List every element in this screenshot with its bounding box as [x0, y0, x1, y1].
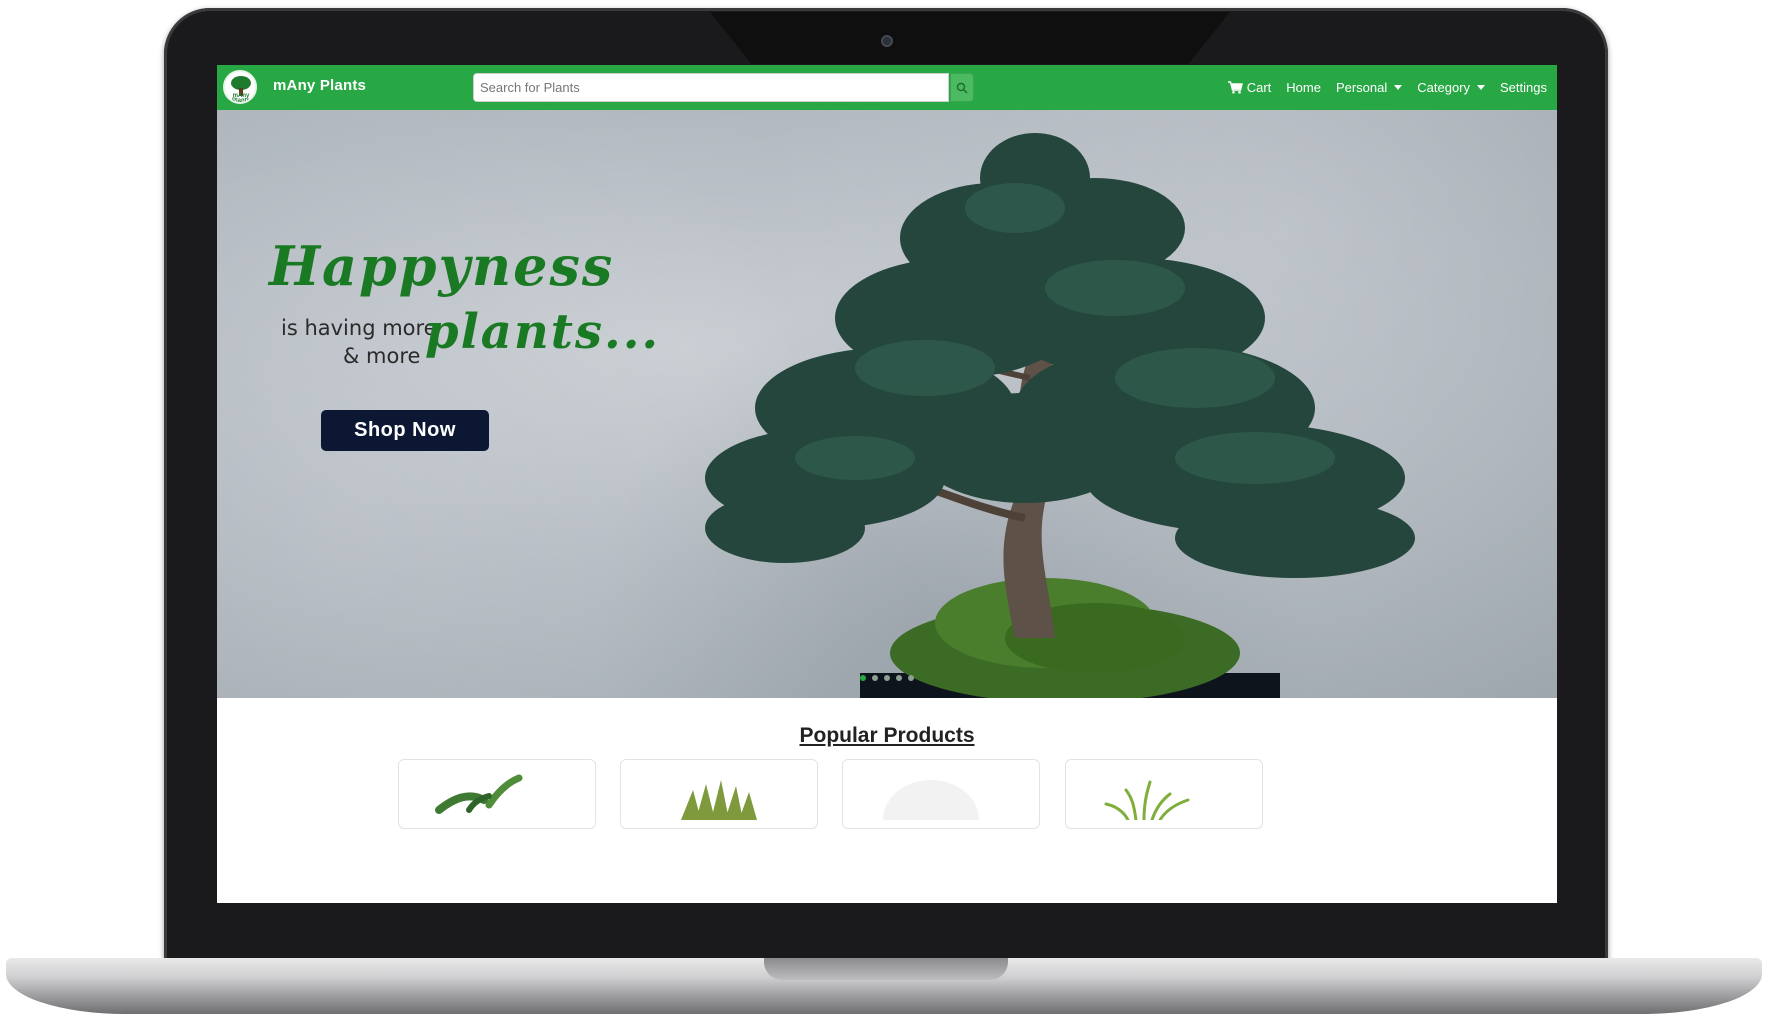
chevron-down-icon [1394, 85, 1403, 90]
nav-category-dropdown[interactable]: Category [1417, 80, 1486, 95]
carousel-dot[interactable] [884, 675, 890, 681]
carousel-dot[interactable] [896, 675, 902, 681]
navbar: mAny Plants mAny Plants Cart Home [217, 65, 1557, 110]
brand-logo-icon[interactable]: mAny Plants [223, 70, 257, 104]
section-title-popular-products: Popular Products [799, 724, 975, 747]
camera-icon [881, 35, 893, 47]
nav-personal-label: Personal [1335, 80, 1388, 95]
plant-image [435, 774, 523, 814]
nav-settings[interactable]: Settings [1500, 80, 1547, 95]
hero-title: Happyness [269, 234, 615, 298]
hero-carousel: Happyness is having more & more plants..… [217, 110, 1557, 698]
nav-category-label: Category [1417, 80, 1471, 95]
browser-screen: mAny Plants mAny Plants Cart Home [217, 65, 1557, 903]
brand-logo-text: mAny Plants [231, 93, 250, 104]
carousel-indicators [860, 675, 914, 681]
product-card[interactable] [620, 759, 818, 829]
product-card[interactable] [398, 759, 596, 829]
plant-image [883, 780, 979, 820]
shop-now-button[interactable]: Shop Now [321, 410, 489, 451]
carousel-dot[interactable] [860, 675, 866, 681]
nav-links: Cart Home Personal Category Settings [1213, 65, 1547, 110]
grass-plant-image [1104, 780, 1190, 820]
nav-personal-dropdown[interactable]: Personal [1335, 80, 1403, 95]
nav-home[interactable]: Home [1286, 80, 1321, 95]
nav-cart-label: Cart [1246, 80, 1272, 95]
carousel-dot[interactable] [908, 675, 914, 681]
succulent-image [681, 780, 757, 820]
bonsai-tree-image [705, 133, 1415, 698]
cart-icon [1227, 81, 1243, 94]
carousel-dot[interactable] [872, 675, 878, 681]
product-card[interactable] [1065, 759, 1263, 829]
search-icon [956, 82, 968, 94]
chevron-down-icon [1477, 85, 1486, 90]
laptop-notch [710, 12, 1230, 64]
brand-name[interactable]: mAny Plants [273, 77, 366, 94]
hero-subtitle-line2: & more [343, 344, 421, 368]
hero-subtitle-line1: is having more [281, 316, 437, 340]
search-input[interactable] [473, 73, 949, 102]
nav-cart[interactable]: Cart [1227, 80, 1272, 95]
product-card[interactable] [842, 759, 1040, 829]
laptop-hinge [764, 958, 1008, 980]
search-button[interactable] [950, 73, 974, 102]
hero-highlight: plants... [425, 304, 661, 360]
